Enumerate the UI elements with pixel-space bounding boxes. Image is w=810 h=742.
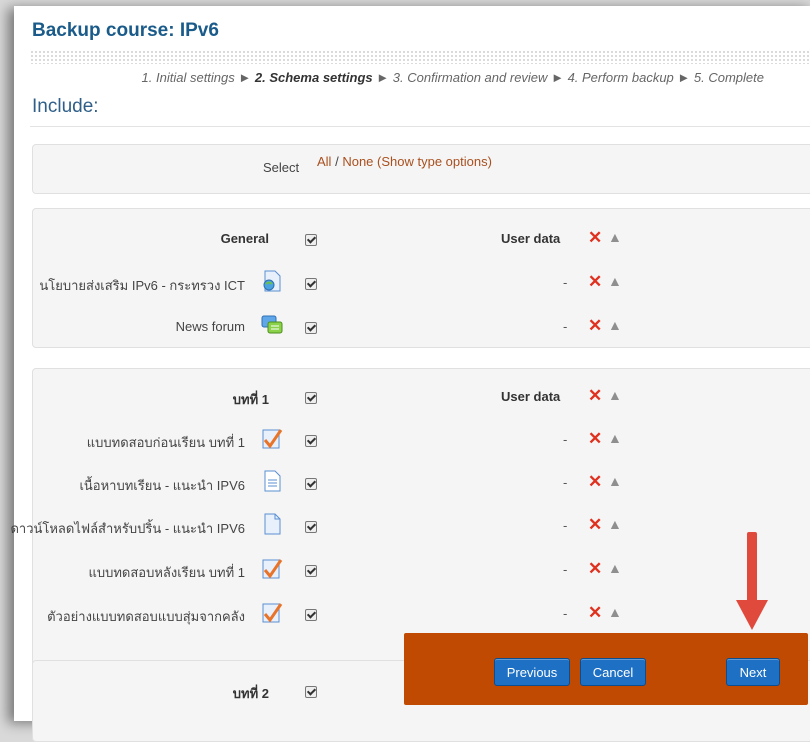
select-panel: Select All / None (Show type options) bbox=[32, 144, 810, 194]
page-icon bbox=[264, 470, 281, 492]
lock-icon[interactable]: ▲ bbox=[608, 273, 622, 289]
activity-row: นโยบายส่งเสริม IPv6 - กระทรวง ICT - ✕ ▲ bbox=[33, 270, 810, 293]
navigation-button-bar: Previous Cancel Next bbox=[404, 633, 808, 705]
step-separator: ► bbox=[677, 70, 691, 85]
step-separator: ► bbox=[551, 70, 564, 85]
section-row: General User data ✕ ▲ bbox=[33, 228, 810, 249]
include-heading: Include: bbox=[32, 96, 99, 117]
step-perform-backup: 4. Perform backup bbox=[567, 70, 674, 85]
activity-label: News forum bbox=[175, 319, 245, 334]
quiz-icon bbox=[262, 559, 283, 579]
step-separator: ► bbox=[376, 70, 390, 85]
activity-label: ดาวน์โหลดไฟล์สำหรับปริ้น - แนะนำ IPV6 bbox=[10, 521, 245, 536]
select-links: All / None (Show type options) bbox=[317, 154, 492, 169]
quiz-icon bbox=[262, 603, 283, 623]
delete-icon[interactable]: ✕ bbox=[588, 515, 602, 535]
section-title: General bbox=[220, 231, 269, 246]
cancel-button[interactable]: Cancel bbox=[580, 658, 646, 686]
show-type-options-link[interactable]: (Show type options) bbox=[377, 154, 492, 169]
user-data-label: User data bbox=[501, 231, 561, 246]
section-general: General User data ✕ ▲ นโยบายส่งเสริม IPv… bbox=[32, 208, 810, 348]
step-complete: 5. Complete bbox=[693, 70, 764, 85]
include-checkbox[interactable] bbox=[305, 686, 317, 698]
section-title: บทที่ 1 bbox=[232, 392, 269, 407]
include-checkbox[interactable] bbox=[305, 278, 317, 290]
select-none-link[interactable]: None bbox=[342, 154, 373, 169]
lock-icon[interactable]: ▲ bbox=[608, 229, 622, 245]
select-slash: / bbox=[335, 154, 339, 169]
include-checkbox[interactable] bbox=[305, 322, 317, 334]
include-checkbox[interactable] bbox=[305, 435, 317, 447]
next-button[interactable]: Next bbox=[726, 658, 780, 686]
user-data-label: User data bbox=[501, 389, 561, 404]
activity-label: แบบทดสอบหลังเรียน บทที่ 1 bbox=[88, 565, 245, 580]
user-data-dash: - bbox=[563, 606, 568, 621]
activity-label: ตัวอย่างแบบทดสอบแบบสุ่มจากคลัง bbox=[47, 609, 245, 624]
include-checkbox[interactable] bbox=[305, 565, 317, 577]
user-data-dash: - bbox=[563, 562, 568, 577]
select-all-link[interactable]: All bbox=[317, 154, 331, 169]
delete-icon[interactable]: ✕ bbox=[588, 429, 602, 449]
section-topic-1: บทที่ 1 User data ✕ ▲ แบบทดสอบก่อนเรียน … bbox=[10, 368, 810, 670]
delete-icon[interactable]: ✕ bbox=[588, 272, 602, 292]
step-initial-settings: 1. Initial settings bbox=[141, 70, 235, 85]
lock-icon[interactable]: ▲ bbox=[608, 516, 622, 532]
annotation-arrow bbox=[747, 532, 757, 604]
divider bbox=[30, 126, 810, 127]
previous-button[interactable]: Previous bbox=[494, 658, 570, 686]
delete-icon[interactable]: ✕ bbox=[588, 559, 602, 579]
page-frame: Backup course: IPv6 1. Initial settings … bbox=[10, 6, 810, 742]
lock-icon[interactable]: ▲ bbox=[608, 387, 622, 403]
lock-icon[interactable]: ▲ bbox=[608, 604, 622, 620]
lock-icon[interactable]: ▲ bbox=[608, 317, 622, 333]
lock-icon[interactable]: ▲ bbox=[608, 560, 622, 576]
user-data-dash: - bbox=[563, 518, 568, 533]
delete-icon[interactable]: ✕ bbox=[588, 228, 602, 248]
activity-row: แบบทดสอบหลังเรียน บทที่ 1 - ✕ ▲ bbox=[33, 559, 810, 580]
user-data-dash: - bbox=[563, 432, 568, 447]
forum-icon bbox=[261, 315, 283, 334]
file-icon bbox=[264, 513, 281, 535]
lock-icon[interactable]: ▲ bbox=[608, 430, 622, 446]
lock-icon[interactable]: ▲ bbox=[608, 473, 622, 489]
dotted-divider bbox=[30, 50, 810, 64]
url-icon bbox=[263, 270, 281, 292]
activity-row: แบบทดสอบก่อนเรียน บทที่ 1 - ✕ ▲ bbox=[33, 429, 810, 450]
progress-steps: 1. Initial settings ► 2. Schema settings… bbox=[142, 70, 764, 85]
step-separator: ► bbox=[238, 70, 252, 85]
step-schema-settings: 2. Schema settings bbox=[254, 70, 373, 85]
include-checkbox[interactable] bbox=[305, 234, 317, 246]
include-checkbox[interactable] bbox=[305, 521, 317, 533]
delete-icon[interactable]: ✕ bbox=[588, 316, 602, 336]
delete-icon[interactable]: ✕ bbox=[588, 472, 602, 492]
include-checkbox[interactable] bbox=[305, 478, 317, 490]
activity-label: นโยบายส่งเสริม IPv6 - กระทรวง ICT bbox=[39, 278, 245, 293]
include-checkbox[interactable] bbox=[305, 609, 317, 621]
annotation-arrow-head bbox=[736, 600, 768, 630]
activity-row: เนื้อหาบทเรียน - แนะนำ IPV6 - ✕ ▲ bbox=[33, 470, 810, 493]
section-title: บทที่ 2 bbox=[232, 686, 269, 701]
user-data-dash: - bbox=[563, 319, 568, 334]
activity-row: ดาวน์โหลดไฟล์สำหรับปริ้น - แนะนำ IPV6 - … bbox=[10, 513, 810, 536]
include-checkbox[interactable] bbox=[305, 392, 317, 404]
select-label: Select bbox=[263, 160, 300, 175]
step-confirmation: 3. Confirmation and review bbox=[392, 70, 548, 85]
activity-label: เนื้อหาบทเรียน - แนะนำ IPV6 bbox=[79, 478, 245, 493]
page-title: Backup course: IPv6 bbox=[32, 20, 219, 41]
activity-row: News forum - ✕ ▲ bbox=[33, 315, 810, 337]
delete-icon[interactable]: ✕ bbox=[588, 603, 602, 623]
delete-icon[interactable]: ✕ bbox=[588, 386, 602, 406]
activity-row: ตัวอย่างแบบทดสอบแบบสุ่มจากคลัง - ✕ ▲ bbox=[33, 603, 810, 624]
main-content: Backup course: IPv6 1. Initial settings … bbox=[10, 6, 810, 742]
quiz-icon bbox=[262, 429, 283, 449]
user-data-dash: - bbox=[563, 475, 568, 490]
section-row: บทที่ 1 User data ✕ ▲ bbox=[33, 386, 810, 407]
activity-label: แบบทดสอบก่อนเรียน บทที่ 1 bbox=[86, 435, 245, 450]
user-data-dash: - bbox=[563, 275, 568, 290]
